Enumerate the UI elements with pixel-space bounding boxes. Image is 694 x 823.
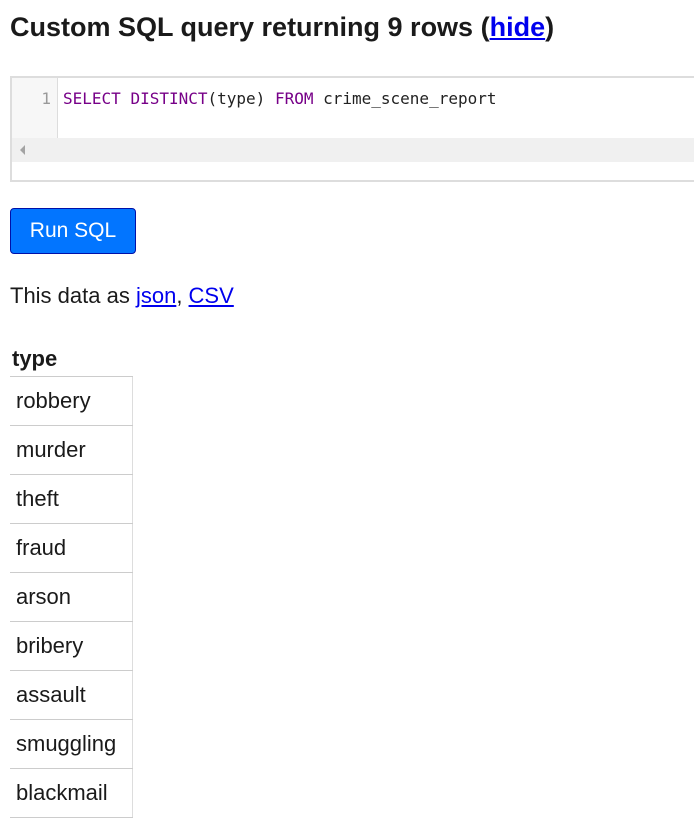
sql-keyword: SELECT	[63, 89, 121, 108]
scroll-left-arrow-icon[interactable]	[20, 145, 25, 155]
sql-keyword: FROM	[274, 89, 314, 108]
page: Custom SQL query returning 9 rows (hide)…	[0, 0, 694, 823]
table-row: murder	[10, 425, 133, 475]
table-cell-type: smuggling	[10, 719, 133, 769]
horizontal-scrollbar[interactable]	[12, 138, 694, 162]
table-row: robbery	[10, 376, 133, 426]
table-cell-type: murder	[10, 425, 133, 475]
sql-code-line[interactable]: SELECT DISTINCT(type) FROM crime_scene_r…	[63, 88, 497, 110]
sql-text: crime_scene_report	[313, 89, 497, 108]
table-header-row: type	[10, 341, 133, 377]
table-row: bribery	[10, 621, 133, 671]
csv-link[interactable]: CSV	[189, 283, 234, 308]
export-links: This data as json, CSV	[10, 282, 234, 310]
column-header-type[interactable]: type	[10, 341, 133, 377]
table-row: smuggling	[10, 719, 133, 769]
table-row: assault	[10, 670, 133, 720]
table-cell-type: assault	[10, 670, 133, 720]
export-prefix: This data as	[10, 283, 136, 308]
title-suffix: )	[545, 12, 555, 42]
table-cell-type: blackmail	[10, 768, 133, 818]
table-cell-type: arson	[10, 572, 133, 622]
table-row: arson	[10, 572, 133, 622]
table-row: fraud	[10, 523, 133, 573]
sql-editor[interactable]: 1 SELECT DISTINCT(type) FROM crime_scene…	[10, 76, 694, 182]
hide-link[interactable]: hide	[490, 12, 546, 42]
sql-text: (type)	[207, 89, 275, 108]
title-text: Custom SQL query returning 9 rows (	[10, 12, 490, 42]
table-cell-type: robbery	[10, 376, 133, 426]
page-title: Custom SQL query returning 9 rows (hide)	[10, 9, 554, 45]
editor-gutter: 1	[12, 78, 58, 138]
export-separator: ,	[176, 283, 189, 308]
json-link[interactable]: json	[136, 283, 176, 308]
table-cell-type: bribery	[10, 621, 133, 671]
table-cell-type: fraud	[10, 523, 133, 573]
table-row: theft	[10, 474, 133, 524]
table-cell-type: theft	[10, 474, 133, 524]
run-sql-button[interactable]: Run SQL	[10, 208, 136, 254]
results-table: type robbery murder theft fraud arson bribery…	[10, 341, 133, 818]
table-row: blackmail	[10, 768, 133, 818]
sql-keyword: DISTINCT	[130, 89, 208, 108]
line-number: 1	[41, 89, 51, 108]
